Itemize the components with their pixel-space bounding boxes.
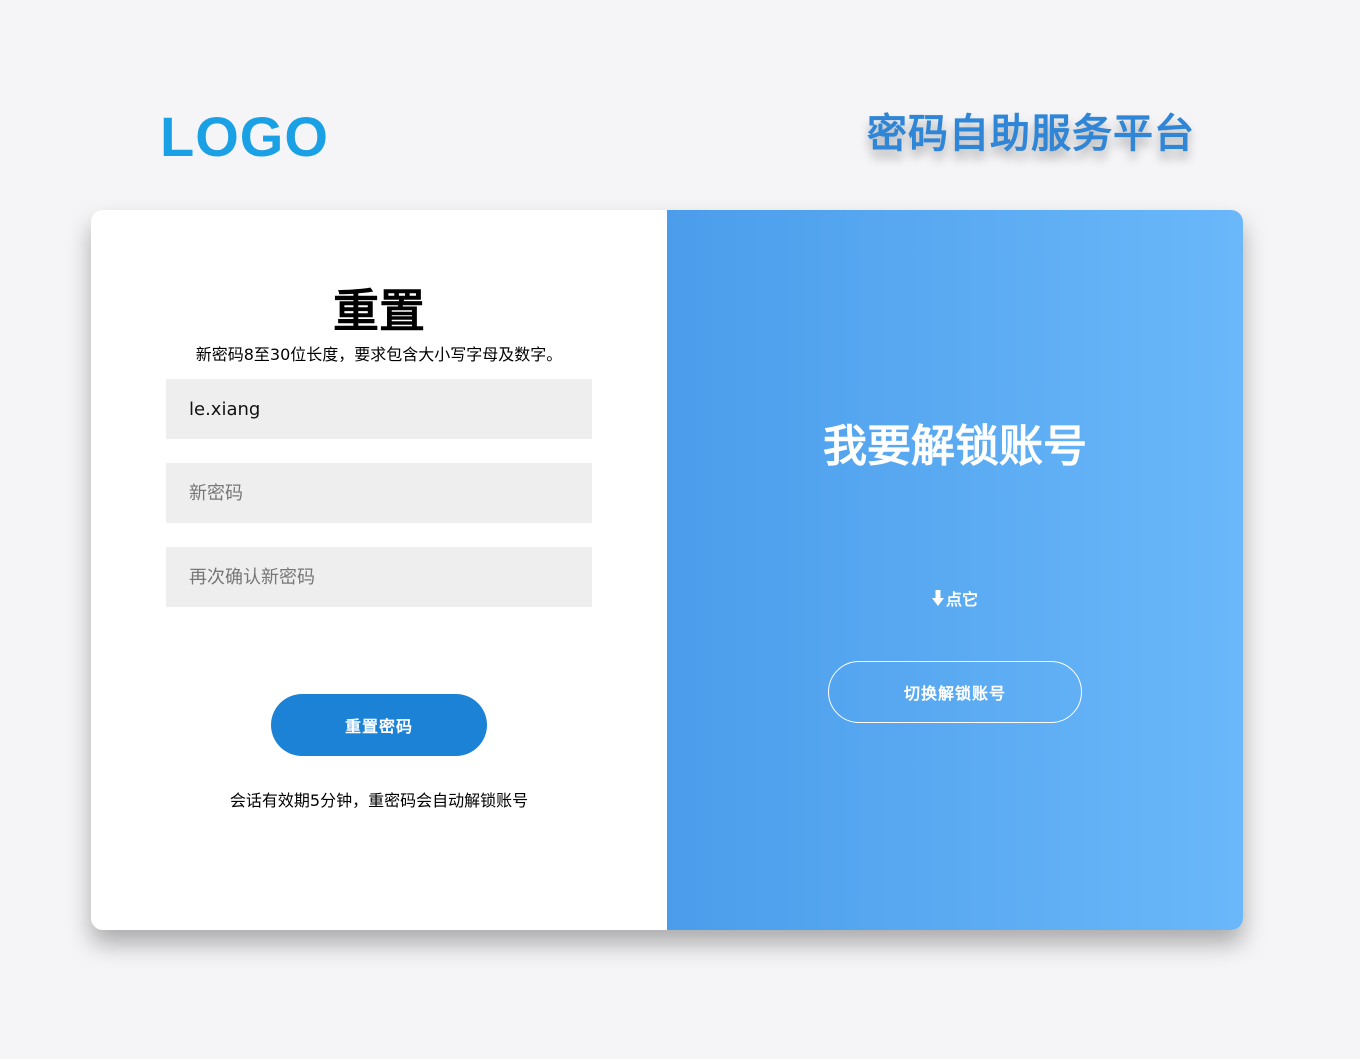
confirm-password-input[interactable] <box>166 547 592 607</box>
platform-title: 密码自助服务平台 <box>867 111 1195 157</box>
switch-unlock-account-button[interactable]: 切换解锁账号 <box>828 661 1082 723</box>
reset-panel: 重置 新密码8至30位长度，要求包含大小写字母及数字。 重置密码 会话有效期5分… <box>91 210 667 930</box>
unlock-heading: 我要解锁账号 <box>823 421 1087 472</box>
username-input[interactable] <box>166 379 592 439</box>
unlock-panel: 我要解锁账号 点它 切换解锁账号 <box>667 210 1243 930</box>
click-hint-label: 点它 <box>945 590 978 609</box>
arrow-down-icon <box>931 589 944 613</box>
click-hint: 点它 <box>667 588 1243 613</box>
main-card: 重置 新密码8至30位长度，要求包含大小写字母及数字。 重置密码 会话有效期5分… <box>91 210 1243 930</box>
logo: LOGO <box>160 105 329 168</box>
reset-password-button[interactable]: 重置密码 <box>271 694 487 756</box>
password-rules-hint: 新密码8至30位长度，要求包含大小写字母及数字。 <box>195 345 563 364</box>
form-title: 重置 <box>333 284 425 338</box>
new-password-input[interactable] <box>166 463 592 523</box>
session-note: 会话有效期5分钟，重密码会自动解锁账号 <box>229 791 529 810</box>
